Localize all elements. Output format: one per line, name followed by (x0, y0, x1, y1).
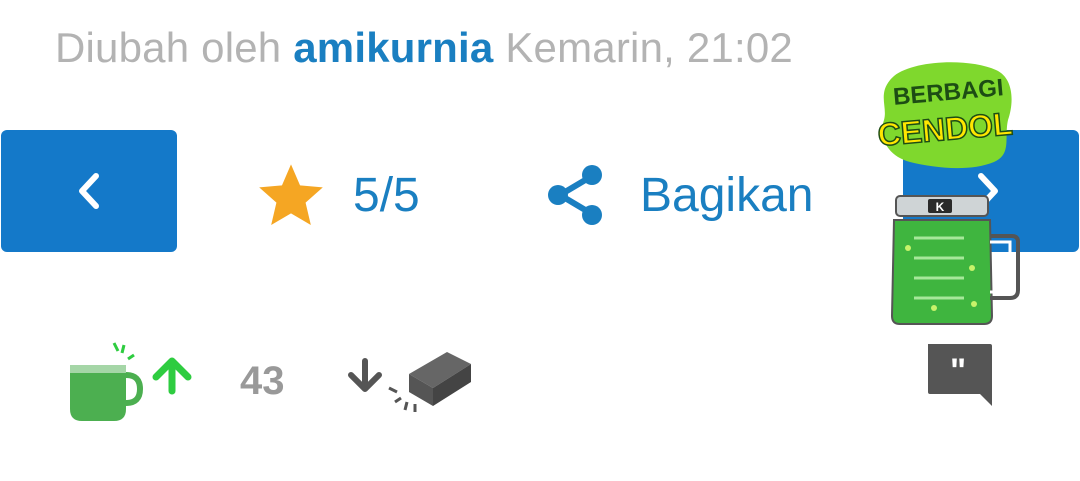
share-label: Bagikan (640, 168, 814, 222)
rating[interactable]: 5/5 (255, 160, 420, 230)
prev-button[interactable] (1, 130, 177, 252)
svg-text:K: K (936, 200, 945, 214)
share-icon (548, 165, 602, 225)
brick-icon (387, 352, 471, 412)
cendol-cup-icon (70, 342, 144, 421)
star-icon (259, 164, 323, 226)
give-cendol-button[interactable] (66, 339, 194, 423)
vote-count: 43 (240, 358, 285, 403)
chevron-left-icon (79, 173, 99, 209)
give-bata-button[interactable] (345, 346, 475, 416)
editor-username[interactable]: amikurnia (293, 24, 493, 71)
berbagi-cendol-promo[interactable]: BERBAGI CENDOL K (874, 58, 1024, 330)
cendol-jar-icon: BERBAGI CENDOL K (875, 62, 1020, 325)
downvote-arrow-icon (347, 358, 382, 392)
edit-time: Kemarin, 21:02 (505, 24, 793, 71)
quote-comment-icon: " (928, 344, 992, 406)
thread-footer: Diubah oleh amikurnia Kemarin, 21:02 5/5… (0, 0, 1080, 481)
edit-info: Diubah oleh amikurnia Kemarin, 21:02 (55, 24, 793, 72)
edit-prefix: Diubah oleh (55, 24, 282, 71)
svg-text:": " (950, 352, 966, 390)
rating-value: 5/5 (353, 168, 420, 222)
quote-button[interactable]: " (924, 340, 994, 413)
vote-row: 43 (66, 336, 475, 426)
share-button[interactable]: Bagikan (546, 160, 813, 230)
upvote-arrow-icon (152, 357, 192, 395)
